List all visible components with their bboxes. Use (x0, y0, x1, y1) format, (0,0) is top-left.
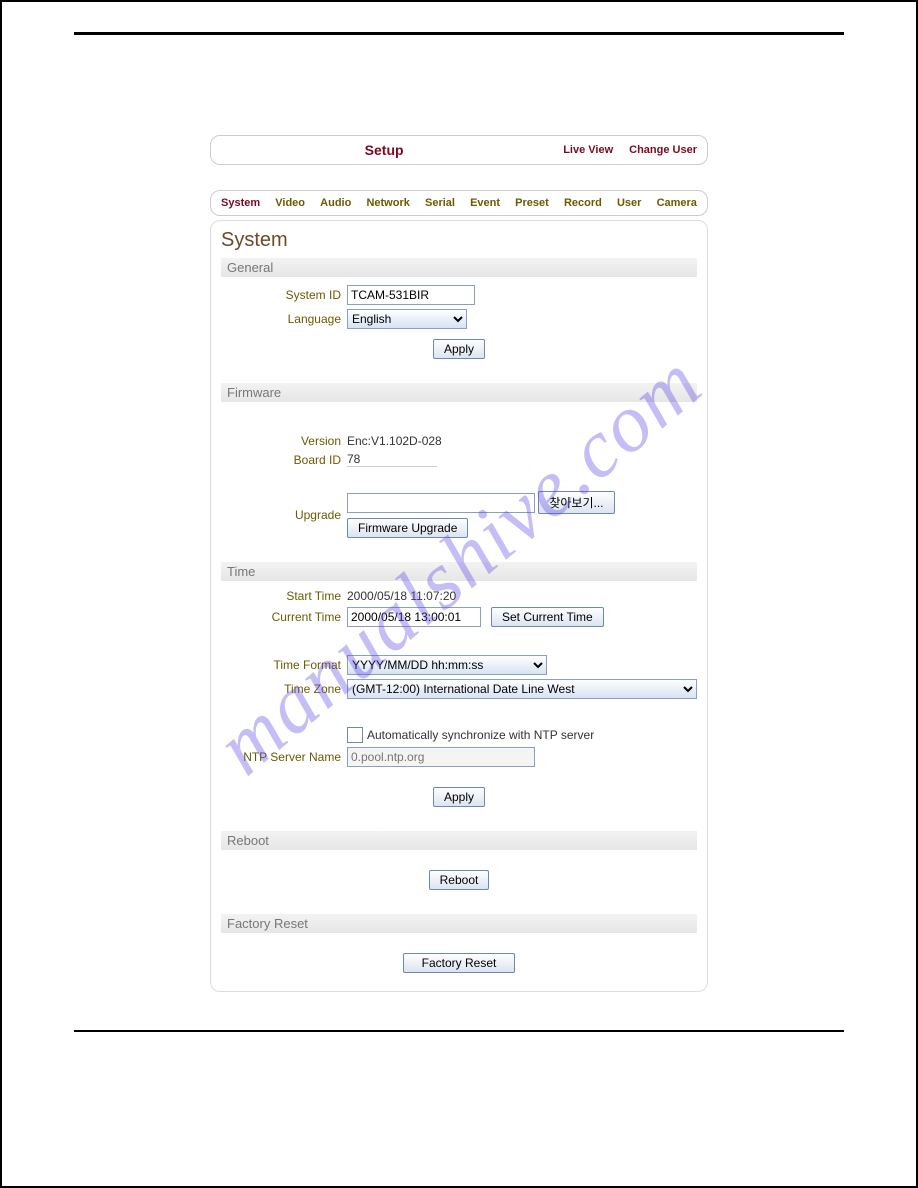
version-label: Version (221, 434, 347, 448)
top-rule (74, 32, 844, 35)
section-time: Time Start Time 2000/05/18 11:07:20 Curr… (221, 562, 697, 807)
time-zone-select[interactable]: (GMT-12:00) International Date Line West (347, 679, 697, 699)
setup-title: Setup (221, 142, 547, 158)
time-heading: Time (221, 562, 697, 581)
general-heading: General (221, 258, 697, 277)
bottom-rule (74, 1030, 844, 1032)
firmware-upgrade-button[interactable]: Firmware Upgrade (347, 518, 468, 538)
general-apply-button[interactable]: Apply (433, 339, 485, 359)
system-id-input[interactable] (347, 285, 475, 305)
ntp-sync-label: Automatically synchronize with NTP serve… (367, 728, 594, 742)
tab-system[interactable]: System (221, 197, 260, 209)
change-user-link[interactable]: Change User (629, 144, 697, 156)
start-time-value: 2000/05/18 11:07:20 (347, 589, 456, 603)
system-card: System General System ID Language Englis… (210, 220, 708, 992)
time-zone-label: Time Zone (221, 682, 347, 696)
tab-serial[interactable]: Serial (425, 197, 455, 209)
tab-network[interactable]: Network (366, 197, 409, 209)
tab-record[interactable]: Record (564, 197, 602, 209)
tab-user[interactable]: User (617, 197, 641, 209)
start-time-label: Start Time (221, 589, 347, 603)
section-reboot: Reboot Reboot (221, 831, 697, 890)
browse-button[interactable]: 찾아보기... (538, 491, 614, 514)
ntp-server-label: NTP Server Name (221, 750, 347, 764)
factory-reset-heading: Factory Reset (221, 914, 697, 933)
tab-event[interactable]: Event (470, 197, 500, 209)
tab-preset[interactable]: Preset (515, 197, 549, 209)
current-time-input[interactable] (347, 607, 481, 627)
time-apply-button[interactable]: Apply (433, 787, 485, 807)
factory-reset-button[interactable]: Factory Reset (403, 953, 516, 973)
tab-bar: System Video Audio Network Serial Event … (210, 190, 708, 216)
current-time-label: Current Time (221, 610, 347, 624)
upgrade-path-input[interactable] (347, 493, 535, 513)
tab-audio[interactable]: Audio (320, 197, 351, 209)
page-title: System (221, 229, 697, 252)
section-general: General System ID Language English Apply (221, 258, 697, 359)
top-bar: Setup Live View Change User (210, 135, 708, 165)
tab-video[interactable]: Video (275, 197, 305, 209)
ntp-sync-checkbox[interactable] (347, 727, 363, 743)
system-id-label: System ID (221, 288, 347, 302)
version-value: Enc:V1.102D-028 (347, 434, 442, 448)
live-view-link[interactable]: Live View (563, 144, 613, 156)
ntp-server-input[interactable] (347, 747, 535, 767)
reboot-heading: Reboot (221, 831, 697, 850)
board-id-value: 78 (347, 452, 437, 467)
board-id-label: Board ID (221, 453, 347, 467)
time-format-select[interactable]: YYYY/MM/DD hh:mm:ss (347, 655, 547, 675)
set-current-time-button[interactable]: Set Current Time (491, 607, 604, 627)
reboot-button[interactable]: Reboot (429, 870, 490, 890)
section-factory-reset: Factory Reset Factory Reset (221, 914, 697, 973)
upgrade-label: Upgrade (221, 508, 347, 522)
firmware-heading: Firmware (221, 383, 697, 402)
language-label: Language (221, 312, 347, 326)
time-format-label: Time Format (221, 658, 347, 672)
section-firmware: Firmware Version Enc:V1.102D-028 Board I… (221, 383, 697, 538)
tab-camera[interactable]: Camera (657, 197, 697, 209)
language-select[interactable]: English (347, 309, 467, 329)
